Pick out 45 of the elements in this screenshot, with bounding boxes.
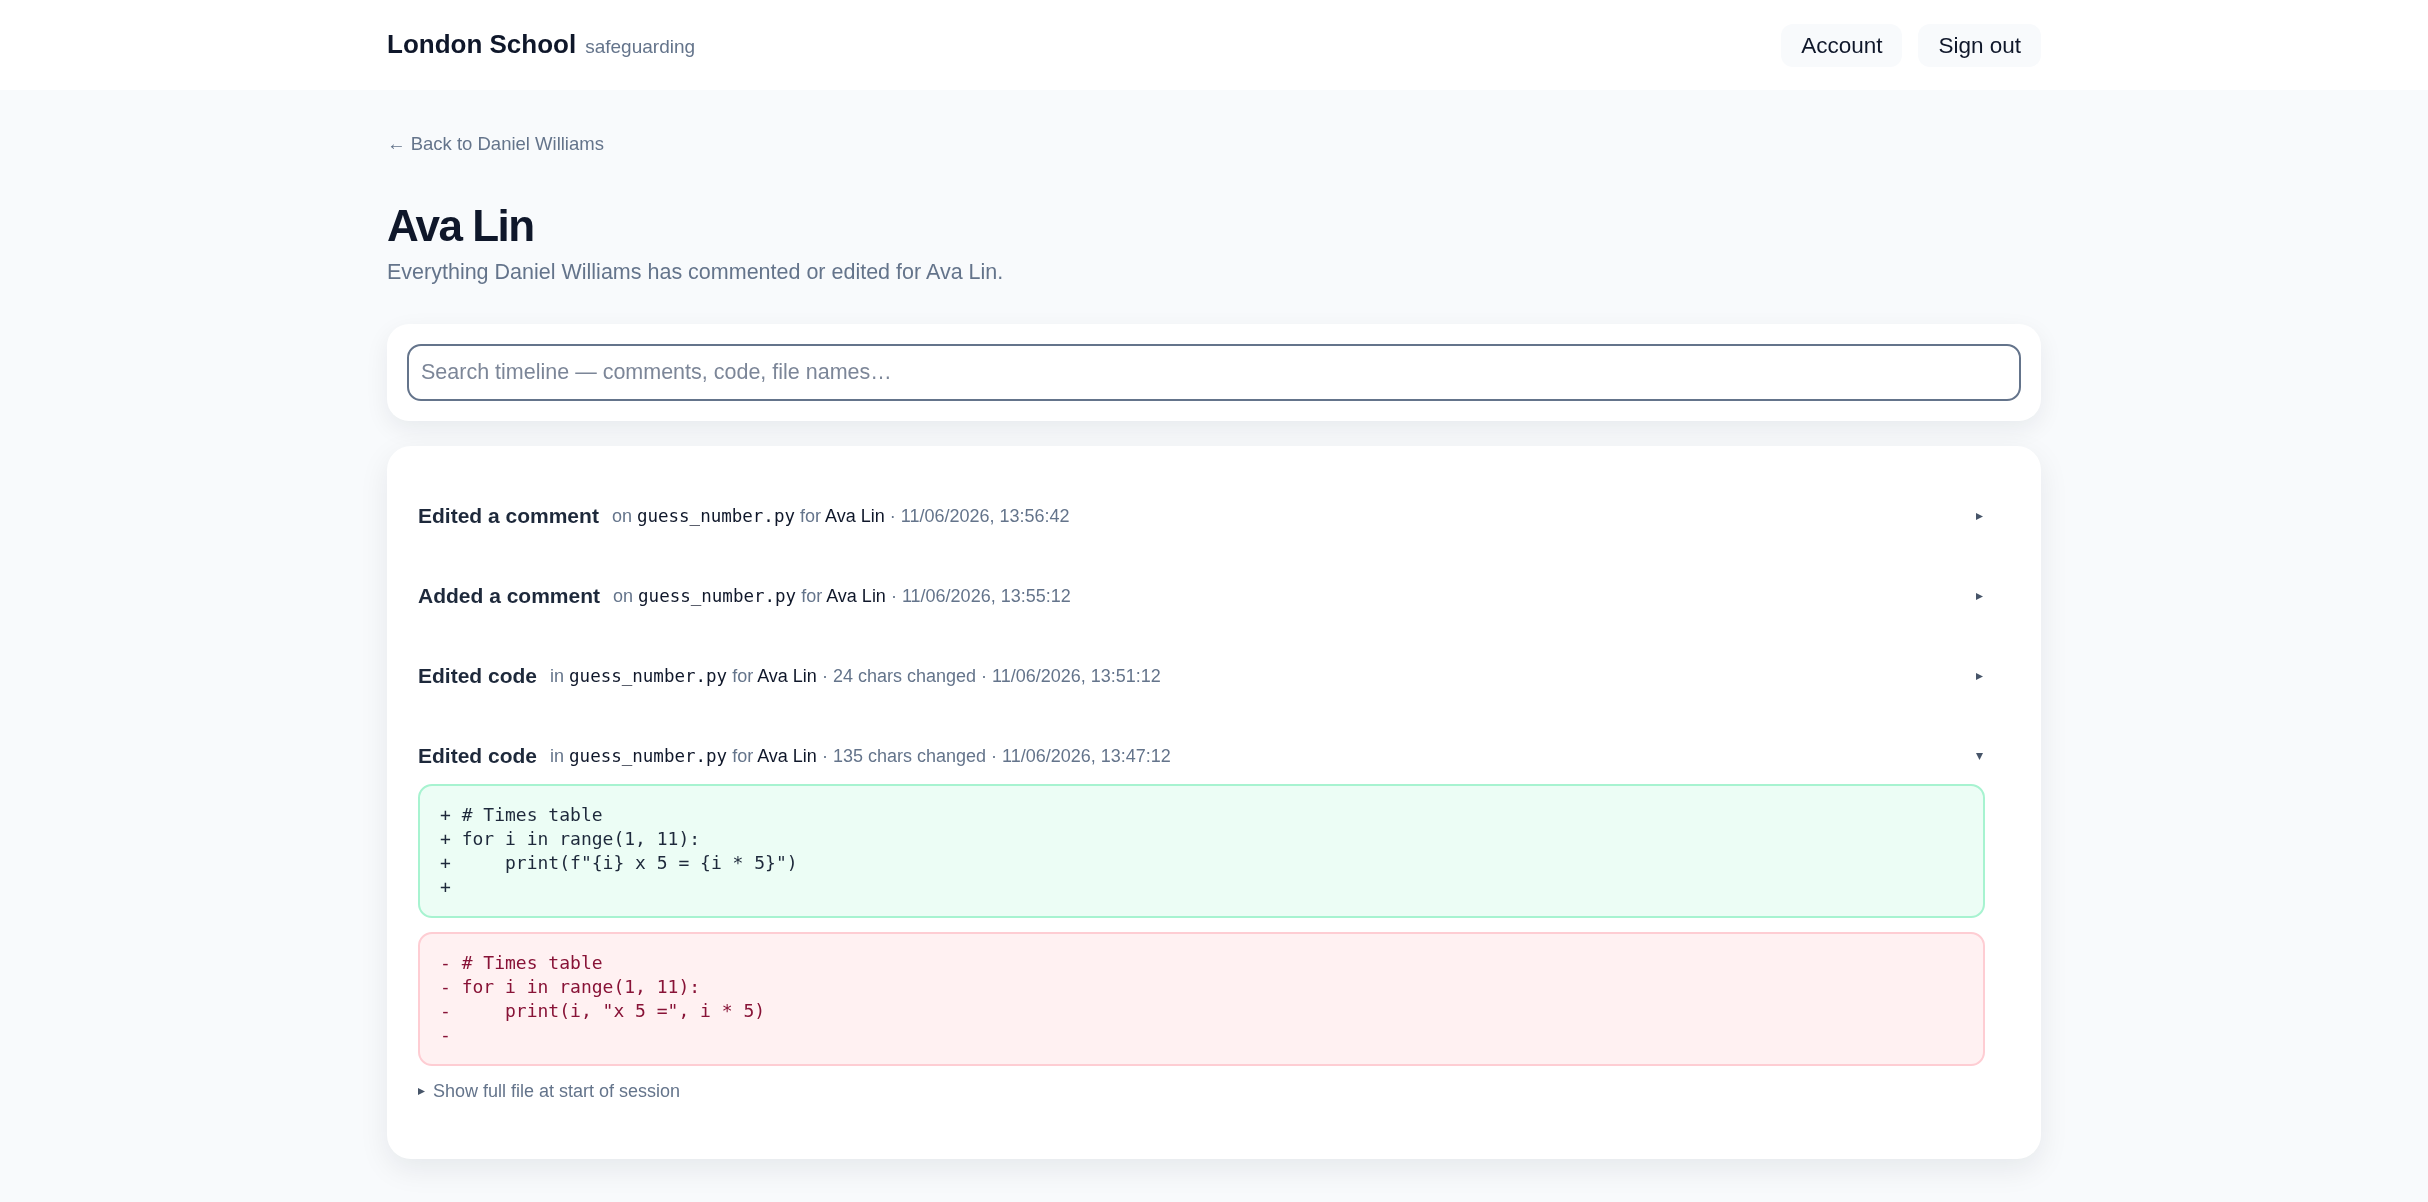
entry-preposition: on xyxy=(613,585,634,606)
file-name: guess_number.py xyxy=(569,745,728,766)
search-field[interactable]: Search timeline — comments, code, file names… xyxy=(407,344,2021,401)
entry-details: · 135 chars changed · 11/06/2026, 13:47:12 xyxy=(821,745,1171,766)
entry-action: Edited code xyxy=(418,743,538,770)
caret-down-icon[interactable] xyxy=(1976,752,1983,760)
student-name: Ava Lin xyxy=(757,745,817,766)
entry-for-label: for xyxy=(732,745,754,766)
entry-preposition: in xyxy=(550,665,565,686)
code-line: - for i in range(1, 11): xyxy=(440,975,702,999)
student-name: Ava Lin xyxy=(826,585,886,606)
nav-button[interactable]: Sign out xyxy=(1918,23,2041,67)
caret-right-icon[interactable] xyxy=(1976,592,1983,600)
code-line: + print(f"{i} x 5 = {i * 5}") xyxy=(440,851,799,875)
file-name: guess_number.py xyxy=(636,505,795,526)
entry-preposition: on xyxy=(611,505,632,526)
file-name: guess_number.py xyxy=(638,585,797,606)
code-line: + for i in range(1, 11): xyxy=(440,827,702,851)
entry-action: Edited code xyxy=(418,663,538,690)
file-name: guess_number.py xyxy=(569,665,728,686)
entry-details: · 11/06/2026, 13:56:42 xyxy=(889,505,1070,526)
page-subtitle: Everything Daniel Williams has commented or edited for Ava Lin. xyxy=(387,259,1005,286)
student-name: Ava Lin xyxy=(825,505,885,526)
entry-for-label: for xyxy=(732,665,754,686)
code-line: + xyxy=(440,875,452,899)
entry-action: Added a comment xyxy=(418,583,601,610)
page-title: Ava Lin xyxy=(387,200,535,252)
code-line: - # Times table xyxy=(440,951,604,975)
entry-for-label: for xyxy=(801,585,823,606)
brand-tagline: safeguarding xyxy=(585,34,696,59)
student-name: Ava Lin xyxy=(757,665,817,686)
entry-details: · 11/06/2026, 13:55:12 xyxy=(890,585,1071,606)
back-link[interactable]: ← Back to Daniel Williams xyxy=(387,131,604,157)
code-line: - print(i, "x 5 =", i * 5) xyxy=(440,999,767,1023)
entry-details: · 24 chars changed · 11/06/2026, 13:51:12 xyxy=(821,665,1161,686)
caret-right-icon[interactable] xyxy=(1976,672,1983,680)
brand-name: London School xyxy=(387,27,577,60)
code-line: - xyxy=(440,1023,452,1047)
show-full-file-toggle[interactable]: Show full file at start of session xyxy=(418,1078,681,1104)
code-line: + # Times table xyxy=(440,803,604,827)
entry-preposition: in xyxy=(550,745,565,766)
caret-right-icon[interactable] xyxy=(1976,512,1983,520)
nav-button[interactable]: Account xyxy=(1781,23,1903,67)
entry-action: Edited a comment xyxy=(418,503,599,530)
entry-for-label: for xyxy=(800,505,821,526)
